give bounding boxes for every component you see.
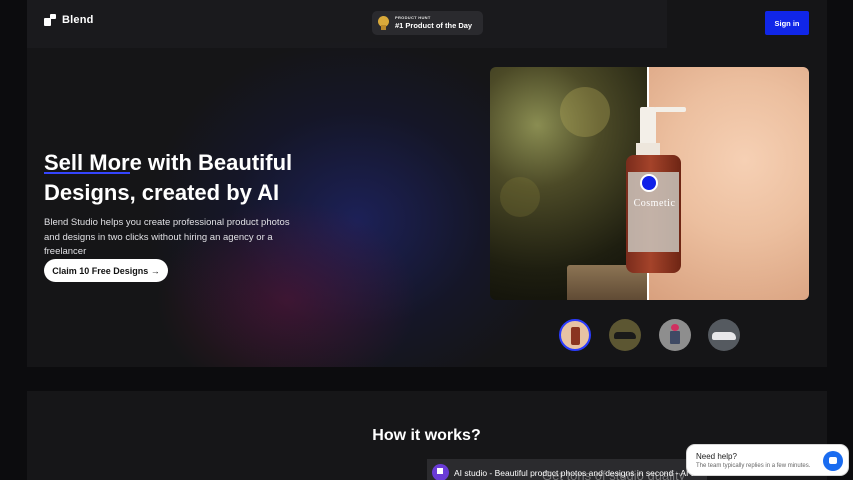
logo-text: Blend — [62, 14, 94, 26]
chat-icon[interactable] — [823, 451, 843, 471]
sign-in-button[interactable]: Sign in — [765, 11, 809, 35]
thumbnail-cup[interactable] — [659, 319, 691, 351]
headline-line-2: Designs, created by AI — [44, 180, 280, 205]
thumbnail-car[interactable] — [708, 319, 740, 351]
badge-caption: PRODUCT HUNT — [395, 15, 431, 21]
hero-headline: Sell More with Beautiful Designs, create… — [44, 148, 292, 208]
medal-icon — [378, 16, 389, 30]
badge-title: #1 Product of the Day — [395, 21, 473, 31]
video-embed[interactable]: Get tons of studio quality AI studio - B… — [427, 459, 707, 480]
thumbnail-sneaker[interactable] — [609, 319, 641, 351]
help-subtitle: The team typically replies in a few minu… — [696, 463, 811, 469]
hero-description: Blend Studio helps you create profession… — [44, 217, 290, 257]
before-background — [490, 67, 651, 300]
help-title: Need help? — [696, 452, 737, 461]
bottle-spout — [654, 107, 686, 112]
channel-icon — [432, 464, 449, 480]
blend-logo-icon — [44, 14, 56, 26]
how-it-works-title: How it works? — [372, 427, 481, 444]
bottle-brand-text: Cosmetic — [633, 198, 676, 209]
product-hunt-badge[interactable]: PRODUCT HUNT #1 Product of the Day — [372, 11, 483, 35]
bottle-pump — [640, 107, 656, 147]
logo[interactable]: Blend — [44, 14, 94, 26]
thumbnail-cosmetic[interactable] — [559, 319, 591, 351]
headline-underline — [44, 172, 130, 174]
compare-slider-handle[interactable] — [640, 174, 658, 192]
claim-free-designs-button[interactable]: Claim 10 Free Designs → — [44, 259, 168, 282]
video-title: AI studio - Beautiful product photos and… — [454, 468, 707, 478]
